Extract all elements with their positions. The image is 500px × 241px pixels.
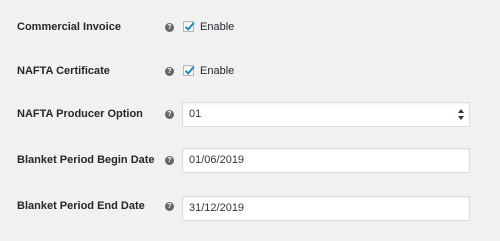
help-icon[interactable]: ?	[165, 202, 174, 211]
setting-label: Commercial Invoice	[17, 21, 121, 33]
setting-row-nafta-certificate: NAFTA Certificate ? Enable	[0, 50, 500, 95]
blanket-period-begin-date-input[interactable]: 01/06/2019	[182, 148, 470, 173]
nafta-certificate-checkbox[interactable]	[183, 65, 195, 76]
setting-label: Blanket Period Begin Date	[17, 154, 155, 166]
setting-row-blanket-begin-date: Blanket Period Begin Date ? 01/06/2019	[0, 140, 500, 190]
setting-row-commercial-invoice: Commercial Invoice ? Enable	[0, 0, 500, 50]
checkmark-icon	[184, 66, 195, 75]
checkmark-icon	[184, 22, 195, 31]
enable-label: Enable	[200, 21, 235, 33]
help-icon[interactable]: ?	[165, 156, 174, 165]
enable-label: Enable	[200, 65, 235, 77]
nafta-producer-option-select[interactable]: 01	[182, 102, 470, 127]
setting-label: Blanket Period End Date	[17, 200, 145, 212]
setting-label: NAFTA Producer Option	[17, 108, 143, 120]
setting-row-blanket-end-date: Blanket Period End Date ? 31/12/2019	[0, 190, 500, 241]
help-icon[interactable]: ?	[165, 23, 174, 32]
select-arrows-icon	[458, 109, 464, 120]
setting-row-nafta-producer-option: NAFTA Producer Option ? 01	[0, 95, 500, 140]
setting-label: NAFTA Certificate	[17, 65, 110, 77]
selected-value: 01	[189, 108, 202, 120]
help-icon[interactable]: ?	[165, 110, 174, 119]
blanket-period-end-date-input[interactable]: 31/12/2019	[182, 196, 470, 221]
commercial-invoice-checkbox[interactable]	[183, 21, 195, 32]
help-icon[interactable]: ?	[165, 67, 174, 76]
